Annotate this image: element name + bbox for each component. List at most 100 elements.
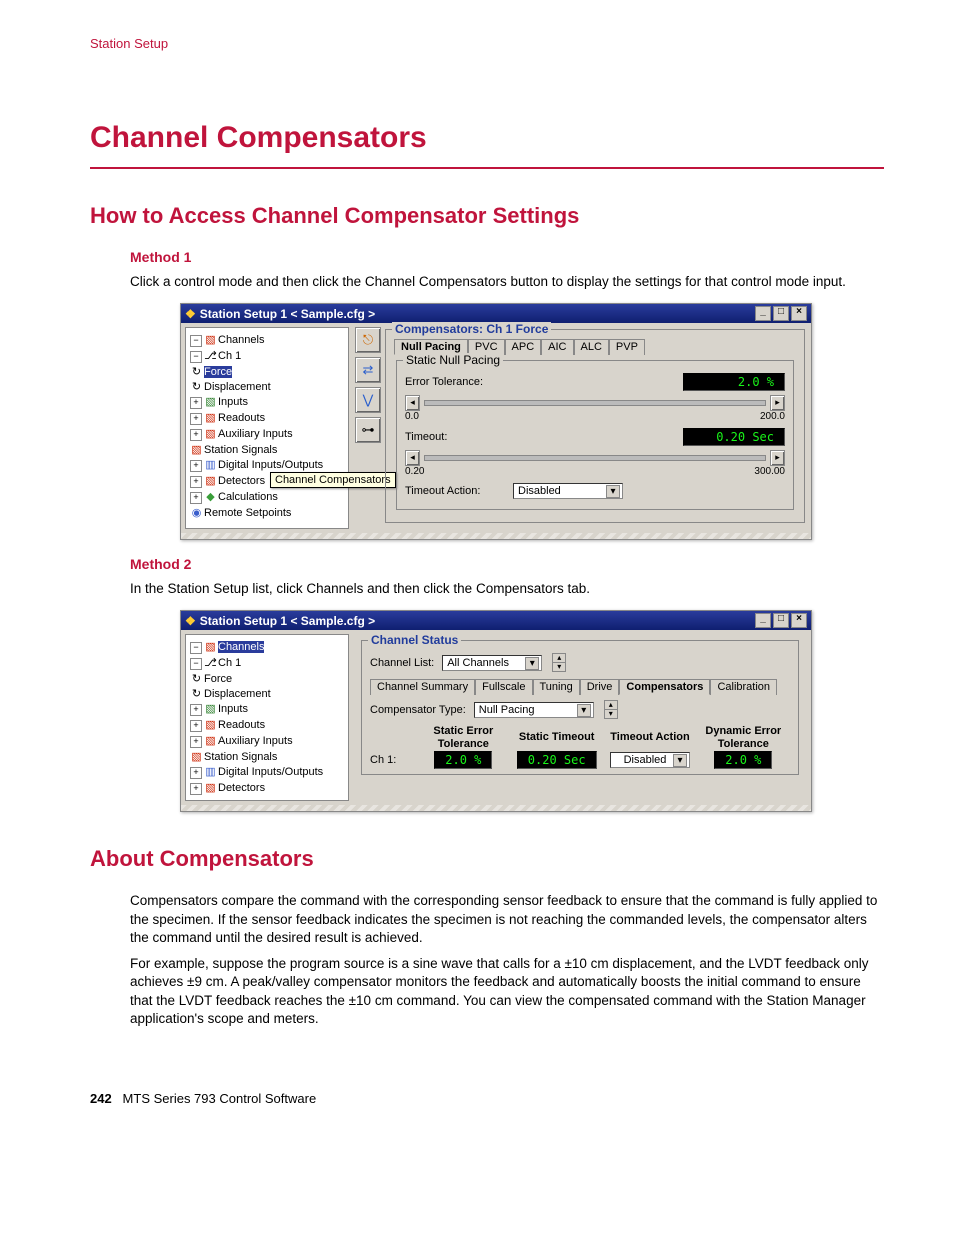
row-dynamic-error[interactable]: 2.0 % [714,751,772,769]
tab-apc[interactable]: APC [505,339,542,355]
window-title: Station Setup 1 < Sample.cfg > [200,307,375,321]
hdr-dynamic-error: Dynamic Error Tolerance [697,725,790,749]
expand-icon[interactable]: + [190,397,202,409]
timeout-action-dropdown[interactable]: Disabled [513,483,623,499]
tab-calibration[interactable]: Calibration [710,679,777,695]
tab-channel-summary[interactable]: Channel Summary [370,679,475,695]
tree-station-signals[interactable]: Station Signals [204,751,277,763]
mode-icon: ↻ [190,380,203,393]
tree-aux-inputs[interactable]: Auxiliary Inputs [218,735,293,747]
maximize-button[interactable]: □ [773,613,789,628]
compensator-type-dropdown[interactable]: Null Pacing [474,702,594,718]
method2-heading: Method 2 [130,556,884,572]
slider-left-icon[interactable]: ◂ [405,450,420,466]
navigation-tree[interactable]: −▧Channels −⎇Ch 1 ↻Force ↻Displacement +… [185,327,349,529]
tree-inputs[interactable]: Inputs [218,396,248,408]
hdr-timeout-action: Timeout Action [603,731,696,743]
tab-aic[interactable]: AIC [541,339,573,355]
tab-tuning[interactable]: Tuning [533,679,580,695]
timeout-slider[interactable]: ◂ ▸ [405,450,785,466]
tree-ch1[interactable]: Ch 1 [218,657,241,669]
error-tolerance-min: 0.0 [405,411,419,422]
toolbtn-channel-compensators[interactable]: ⇄ [355,357,381,383]
collapse-icon[interactable]: − [190,351,202,363]
inputs-icon: ▧ [204,702,217,715]
tree-ch1[interactable]: Ch 1 [218,350,241,362]
aux-inputs-icon: ▧ [204,734,217,747]
tree-readouts[interactable]: Readouts [218,412,265,424]
slider-right-icon[interactable]: ▸ [770,395,785,411]
channel-list-dropdown[interactable]: All Channels [442,655,542,671]
expand-icon[interactable]: + [190,476,202,488]
expand-icon[interactable]: + [190,413,202,425]
channel-list-spinner[interactable]: ▴▾ [552,653,566,672]
tree-calculations[interactable]: Calculations [218,491,278,503]
tab-compensators[interactable]: Compensators [619,679,710,695]
close-button[interactable]: × [791,613,807,628]
tree-remote-setpoints[interactable]: Remote Setpoints [204,507,291,519]
navigation-tree[interactable]: −▧Channels −⎇Ch 1 ↻Force ↻Displacement +… [185,634,349,801]
inputs-icon: ▧ [204,395,217,408]
toolbtn-channel-tuning[interactable]: ⎋ [355,327,381,353]
expand-icon[interactable]: + [190,720,202,732]
tree-station-signals[interactable]: Station Signals [204,444,277,456]
channels-icon: ▧ [204,333,217,346]
toolbtn-signal[interactable]: ⊶ [355,417,381,443]
tree-displacement[interactable]: Displacement [204,381,271,393]
tree-channels[interactable]: Channels [218,641,264,653]
expand-icon[interactable]: + [190,460,202,472]
station-signals-icon: ▧ [190,443,203,456]
tree-force[interactable]: Force [204,366,232,378]
minimize-button[interactable]: _ [755,613,771,628]
tree-readouts[interactable]: Readouts [218,719,265,731]
page-footer: 242 MTS Series 793 Control Software [90,1091,316,1106]
tree-digital-io[interactable]: Digital Inputs/Outputs [218,459,323,471]
row-static-timeout[interactable]: 0.20 Sec [517,751,597,769]
expand-icon[interactable]: + [190,704,202,716]
compensator-type-spinner[interactable]: ▴▾ [604,700,618,719]
tab-fullscale[interactable]: Fullscale [475,679,532,695]
timeout-label: Timeout: [405,431,525,443]
error-tolerance-max: 200.0 [760,411,785,422]
tree-force[interactable]: Force [204,673,232,685]
slider-right-icon[interactable]: ▸ [770,450,785,466]
tree-detectors[interactable]: Detectors [218,782,265,794]
tab-drive[interactable]: Drive [580,679,620,695]
mode-icon: ↻ [190,672,203,685]
collapse-icon[interactable]: − [190,658,202,670]
close-button[interactable]: × [791,306,807,321]
running-header: Station Setup [90,36,884,51]
footer-doc-title: MTS Series 793 Control Software [123,1091,317,1106]
toolbtn-drive[interactable]: ⋁ [355,387,381,413]
remote-setpoints-icon: ◉ [190,506,203,519]
expand-icon[interactable]: + [190,736,202,748]
slider-left-icon[interactable]: ◂ [405,395,420,411]
hdr-static-error: Static Error Tolerance [417,725,510,749]
tree-aux-inputs[interactable]: Auxiliary Inputs [218,428,293,440]
tree-digital-io[interactable]: Digital Inputs/Outputs [218,766,323,778]
row-static-error[interactable]: 2.0 % [434,751,492,769]
window-titlebar[interactable]: ❖Station Setup 1 < Sample.cfg > _ □ × [181,611,811,630]
expand-icon[interactable]: + [190,767,202,779]
minimize-button[interactable]: _ [755,306,771,321]
screenshot-method2: ❖Station Setup 1 < Sample.cfg > _ □ × −▧… [180,610,812,812]
channels-icon: ▧ [204,640,217,653]
tree-inputs[interactable]: Inputs [218,703,248,715]
expand-icon[interactable]: + [190,492,202,504]
timeout-value[interactable]: 0.20 Sec [683,428,785,446]
tab-pvp[interactable]: PVP [609,339,645,355]
expand-icon[interactable]: + [190,429,202,441]
expand-icon[interactable]: + [190,783,202,795]
row-timeout-action[interactable]: Disabled [610,752,690,768]
collapse-icon[interactable]: − [190,642,202,654]
toolbar-column: ⎋ ⇄ ⋁ ⊶ [355,327,381,529]
maximize-button[interactable]: □ [773,306,789,321]
error-tolerance-slider[interactable]: ◂ ▸ [405,395,785,411]
tab-alc[interactable]: ALC [574,339,609,355]
tree-detectors[interactable]: Detectors [218,475,265,487]
tree-channels[interactable]: Channels [218,334,264,346]
window-titlebar[interactable]: ❖Station Setup 1 < Sample.cfg > _ □ × [181,304,811,323]
tree-displacement[interactable]: Displacement [204,688,271,700]
error-tolerance-value[interactable]: 2.0 % [683,373,785,391]
collapse-icon[interactable]: − [190,335,202,347]
